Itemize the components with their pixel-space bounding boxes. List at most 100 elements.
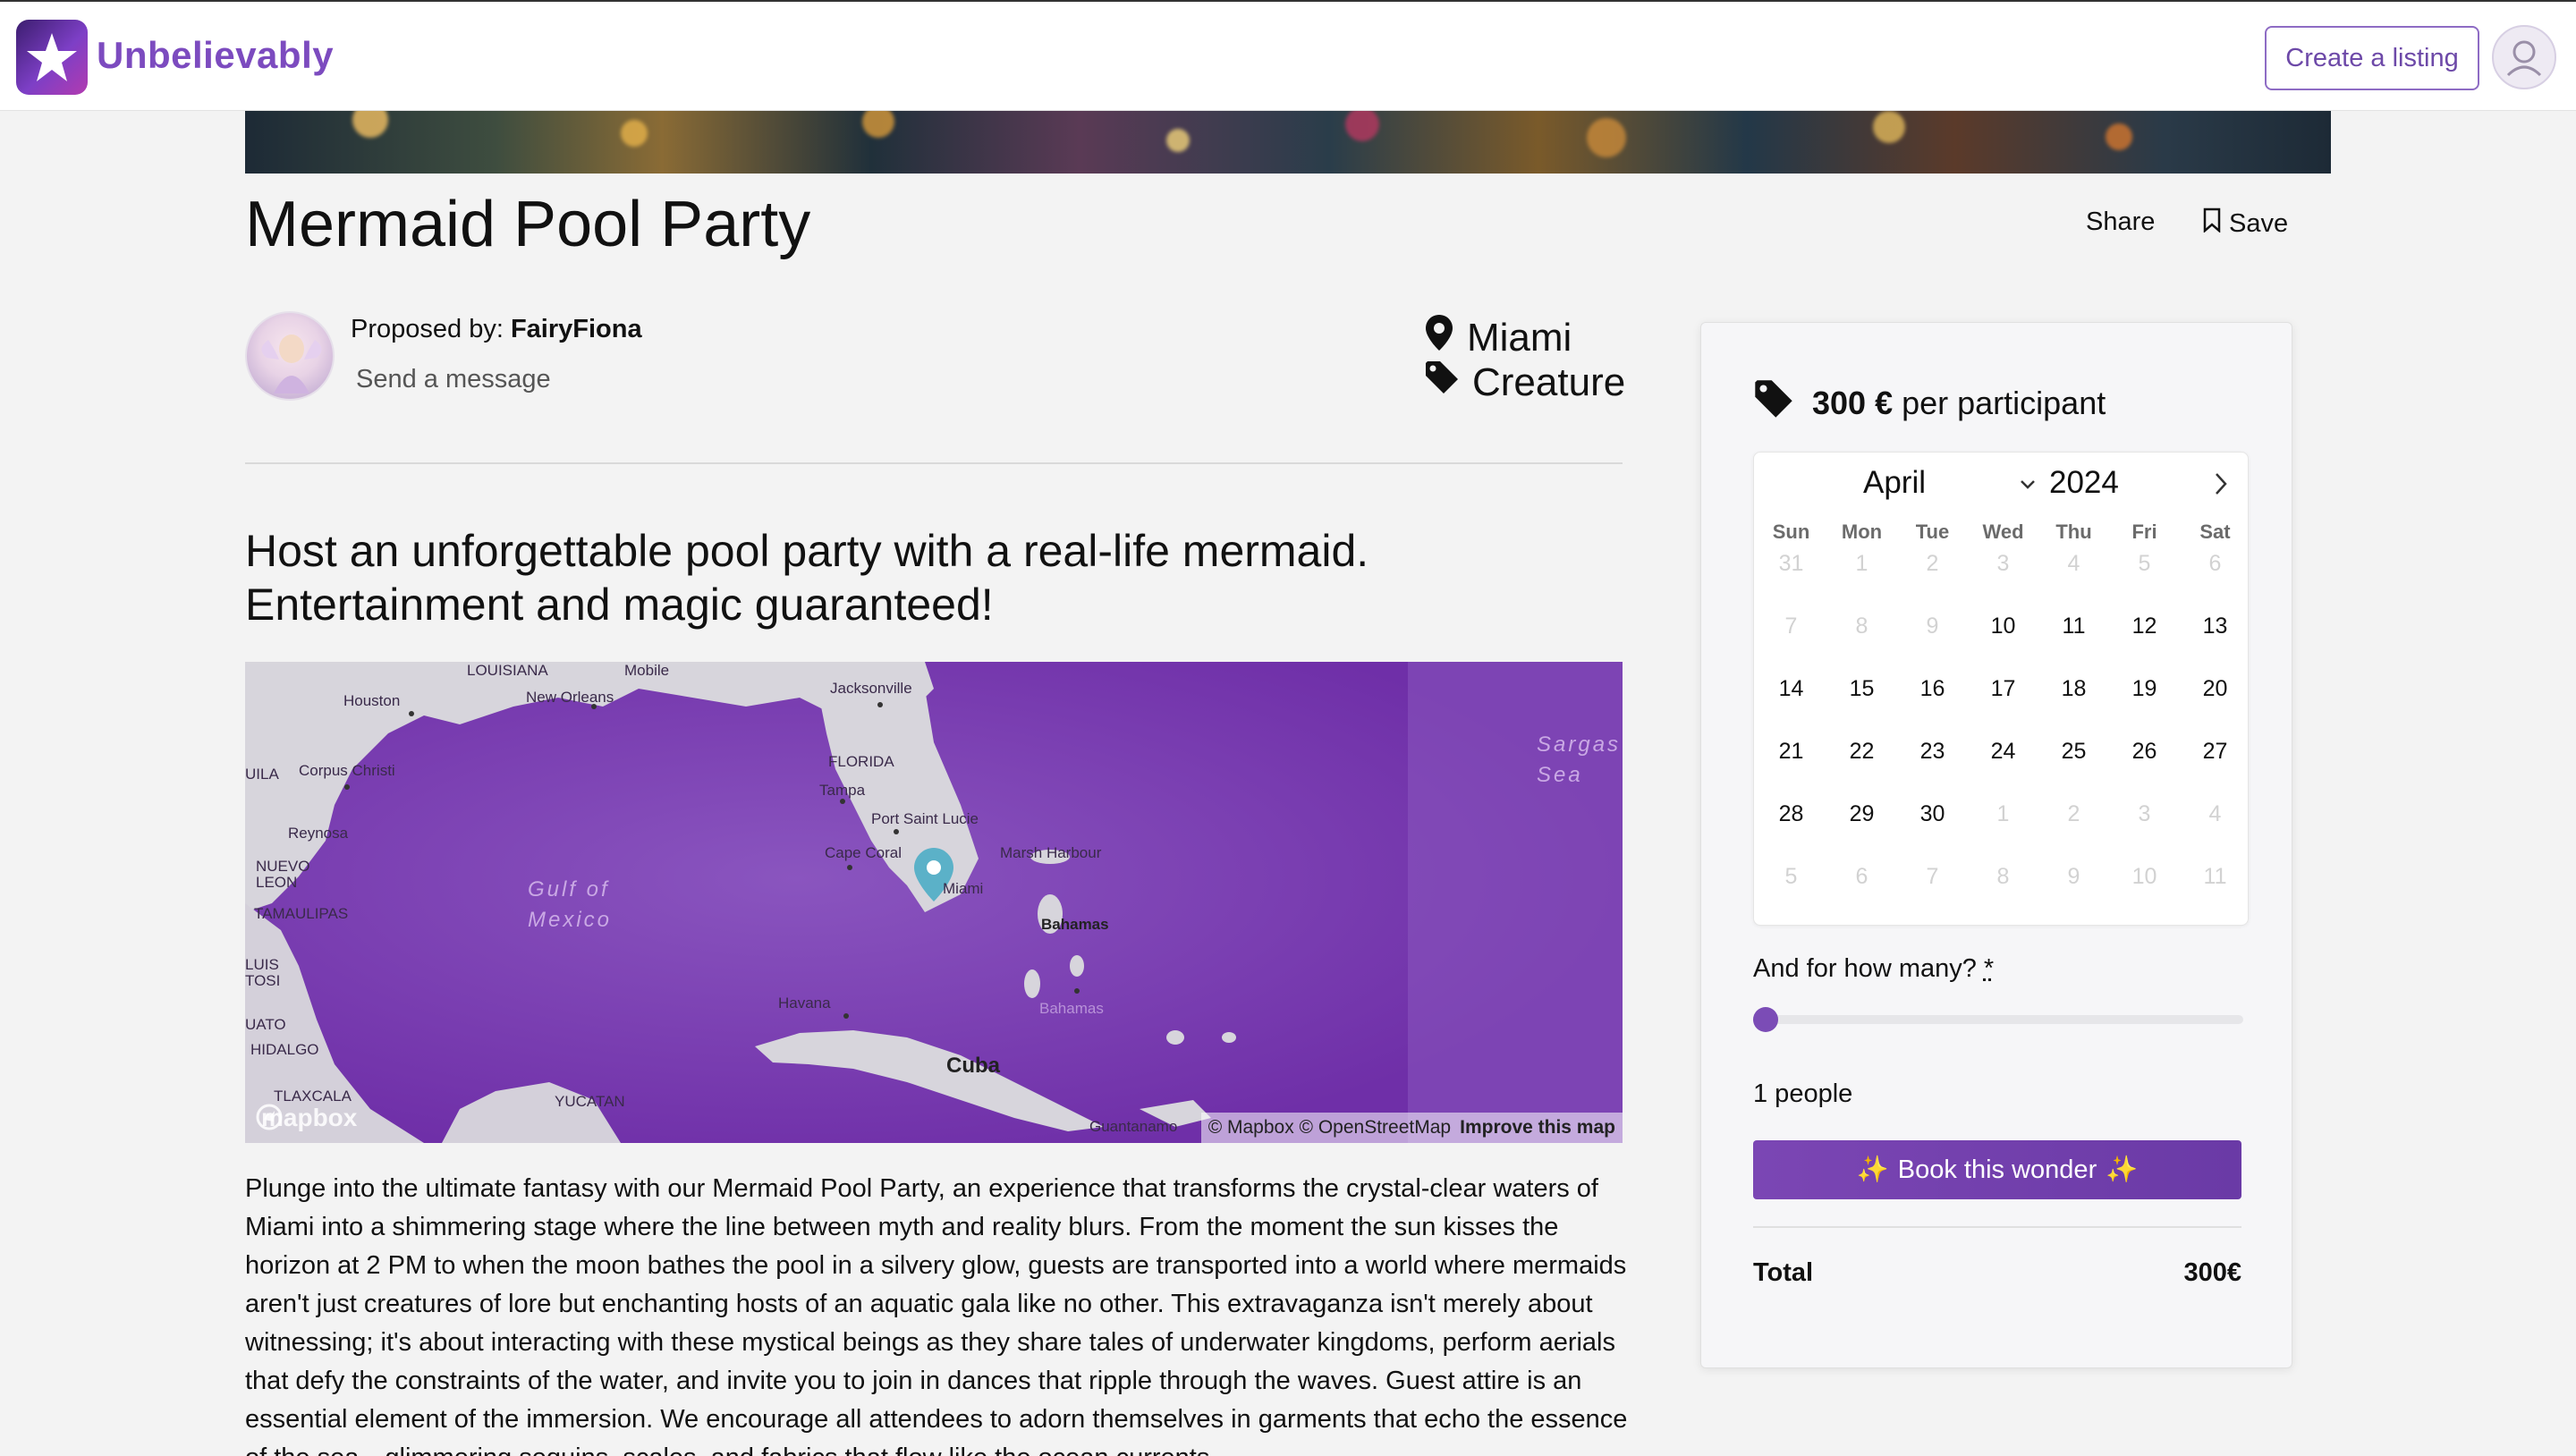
calendar-day-disabled: 2 [2067,801,2080,826]
calendar-day[interactable]: 22 [1826,739,1897,765]
map-label-tlaxcala: TLAXCALA [274,1088,352,1105]
map-label-cape-coral: Cape Coral [825,844,902,861]
total-label: Total [1753,1258,1814,1287]
mapbox-logo[interactable]: mapbox [256,1104,357,1132]
calendar-day-disabled: 1 [1855,551,1868,576]
weekday-header: Tue [1915,521,1950,543]
weekday-header: Sun [1772,521,1810,543]
calendar-day[interactable]: 24 [1968,739,2038,765]
map-label-louisiana: LOUISIANA [467,662,548,679]
participants-question: And for how many? * [1753,954,1994,984]
map-label-mobile: Mobile [624,662,670,679]
calendar-day-disabled: 4 [2067,551,2080,576]
star-logo-icon[interactable] [16,20,88,95]
calendar-day[interactable]: 18 [2038,676,2109,702]
map-label-uato: UATO [245,1016,286,1033]
total-divider [1753,1226,2241,1228]
book-button[interactable]: ✨ Book this wonder ✨ [1753,1140,2241,1199]
calendar-day-disabled: 8 [1996,864,2010,889]
calendar-day-disabled: 31 [1778,551,1804,576]
share-button[interactable]: Share [2086,207,2155,237]
save-button[interactable]: Save [2202,207,2288,240]
weekday-header: Sat [2199,521,2231,543]
calendar-day-disabled: 3 [1996,551,2010,576]
calendar-day[interactable]: 16 [1897,676,1968,702]
location-label: Miami [1467,315,1572,360]
map-label-corpus-christi: Corpus Christi [299,762,395,779]
calendar-day[interactable]: 29 [1826,801,1897,827]
save-label: Save [2229,208,2289,238]
calendar-day-disabled: 3 [2138,801,2151,826]
location-map[interactable]: LOUISIANA Mobile Jacksonville Houston Ne… [245,662,1623,1143]
calendar-day[interactable]: 21 [1756,739,1826,765]
calendar-day-disabled: 7 [1784,614,1798,639]
participants-slider-track[interactable] [1755,1015,2243,1024]
map-label-guantanamo: Guantanamo [1089,1118,1178,1135]
price-row: 300 € per participant [1753,378,2106,427]
calendar-day[interactable]: 10 [1968,614,2038,639]
calendar-day[interactable]: 13 [2180,614,2250,639]
required-mark: * [1983,954,1995,983]
calendar-year-select[interactable]: 2024 [2049,465,2119,501]
price-tag-icon [1753,378,1794,427]
map-label-tamaulipas: TAMAULIPAS [254,905,349,922]
map-attribution-text[interactable]: © Mapbox © OpenStreetMap [1208,1117,1451,1139]
map-label-reynosa: Reynosa [288,825,349,842]
calendar-day[interactable]: 15 [1826,676,1897,702]
map-label-cuba: Cuba [946,1054,1000,1078]
user-avatar-icon[interactable] [2492,25,2556,89]
brand-name[interactable]: Unbelievably [97,34,334,77]
calendar-day[interactable]: 26 [2109,739,2180,765]
listing-title: Mermaid Pool Party [245,189,811,260]
calendar-day-disabled: 2 [1926,551,1939,576]
category-info: Creature [1424,360,1625,405]
map-label-marsh-harbour: Marsh Harbour [1000,844,1102,861]
calendar-day[interactable]: 25 [2038,739,2109,765]
map-label-bahamas-water: Bahamas [1039,1000,1104,1017]
price-text: 300 € per participant [1812,385,2106,422]
calendar-day-disabled: 9 [2067,864,2080,889]
calendar-day[interactable]: 23 [1897,739,1968,765]
calendar-day[interactable]: 12 [2109,614,2180,639]
map-label-miami: Miami [943,880,984,897]
host-avatar[interactable] [245,311,335,401]
sparkle-icon: ✨ [1856,1155,1889,1184]
calendar-day[interactable]: 17 [1968,676,2038,702]
map-label-gulf-of-mexico: Gulf of Mexico [528,877,613,932]
date-picker-calendar: April 2024 Sun Mon Tue Wed Thu Fri Sat 31 1 2 3 4 5 6… [1753,452,2249,926]
map-label-hidalgo: HIDALGO [250,1041,319,1058]
map-label-port-saint-lucie: Port Saint Lucie [871,810,979,827]
calendar-day[interactable]: 30 [1897,801,1968,827]
create-listing-button[interactable]: Create a listing [2265,26,2479,90]
calendar-day[interactable]: 14 [1756,676,1826,702]
calendar-month-select[interactable]: April [1863,465,1926,501]
calendar-day[interactable]: 27 [2180,739,2250,765]
map-label-luis-potosi: LUIS TOSI [245,956,281,989]
map-label-new-orleans: New Orleans [526,689,614,706]
weekday-header: Wed [1982,521,2024,543]
map-label-sargasso-sea: Sargas Sea [1537,732,1622,787]
listing-tagline: Host an unforgettable pool party with a … [245,526,1369,630]
listing-banner-image [245,111,2331,174]
map-pin-icon [1424,313,1454,362]
weekday-header: Mon [1841,521,1883,543]
map-attribution: © Mapbox © OpenStreetMap Improve this ma… [1200,1113,1623,1143]
map-label-florida: FLORIDA [828,753,894,770]
send-message-link[interactable]: Send a message [356,365,551,394]
host-name[interactable]: FairyFiona [511,315,642,343]
calendar-day[interactable]: 11 [2038,614,2109,639]
sparkle-icon: ✨ [2106,1155,2139,1184]
calendar-day[interactable]: 19 [2109,676,2180,702]
calendar-day[interactable]: 20 [2180,676,2250,702]
improve-map-link[interactable]: Improve this map [1460,1117,1615,1139]
chevron-down-icon[interactable] [2019,472,2037,497]
map-label-yucatan: YUCATAN [555,1093,625,1110]
participants-slider-thumb[interactable] [1753,1007,1778,1032]
calendar-day-disabled: 5 [1784,864,1798,889]
calendar-day[interactable]: 28 [1756,801,1826,827]
calendar-day-disabled: 8 [1855,614,1868,639]
participants-count: 1 people [1753,1079,1853,1108]
calendar-day-disabled: 9 [1926,614,1939,639]
location-info: Miami [1424,313,1572,362]
next-month-chevron-icon[interactable] [2212,470,2230,504]
